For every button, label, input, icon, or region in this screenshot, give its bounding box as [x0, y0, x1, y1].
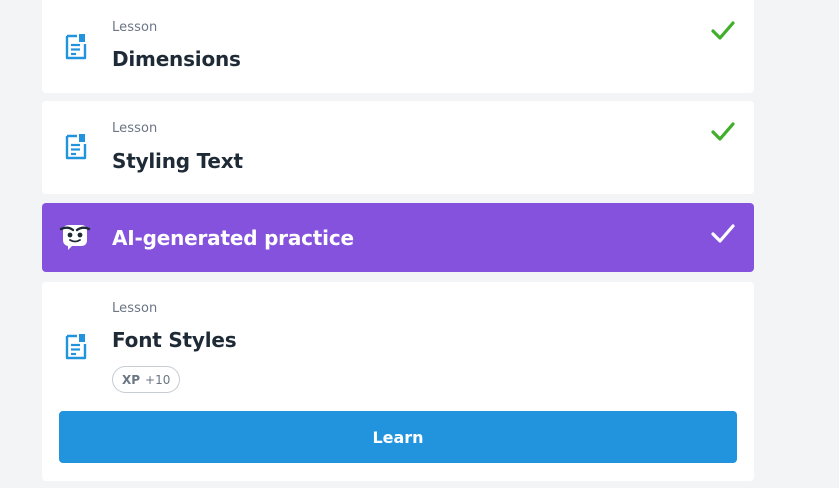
lesson-card-dimensions[interactable]: Lesson Dimensions — [42, 0, 754, 93]
check-icon — [711, 122, 735, 141]
lesson-kind-label: Lesson — [112, 301, 158, 316]
learn-button[interactable]: Learn — [59, 411, 737, 463]
check-icon — [711, 224, 735, 243]
document-icon — [65, 134, 87, 160]
lesson-kind-label: Lesson — [112, 20, 158, 35]
lesson-title: Dimensions — [112, 47, 241, 71]
lesson-title: Font Styles — [112, 328, 237, 352]
ai-practice-card[interactable]: AI-generated practice — [42, 203, 754, 272]
lesson-kind-label: Lesson — [112, 121, 158, 136]
document-icon — [65, 34, 87, 60]
lesson-card-styling-text[interactable]: Lesson Styling Text — [42, 101, 754, 194]
ai-practice-title: AI-generated practice — [112, 226, 354, 250]
lesson-title: Styling Text — [112, 149, 243, 173]
check-icon — [711, 21, 735, 40]
xp-label: XP — [122, 372, 141, 387]
xp-badge: XP +10 — [112, 366, 181, 393]
lesson-card-font-styles: Lesson Font Styles XP +10 Learn — [42, 282, 754, 481]
document-icon — [65, 334, 87, 360]
xp-value: +10 — [145, 372, 171, 387]
ai-face-icon — [59, 225, 91, 250]
